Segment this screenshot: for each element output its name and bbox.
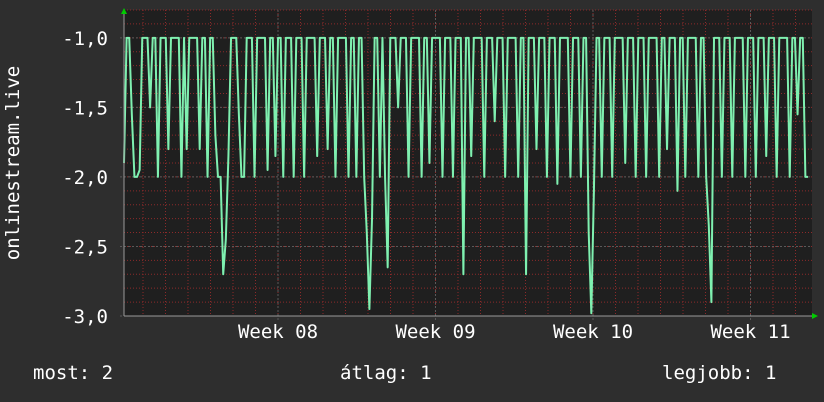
- plot-background: [124, 10, 812, 316]
- y-tick-label: -1,0: [62, 28, 108, 50]
- y-tick-label: -3,0: [62, 306, 108, 328]
- y-tick-label: -2,5: [62, 236, 108, 258]
- chart-area: -1,0-1,5-2,0-2,5-3,0 Week 08 Week 09 Week …: [2, 8, 818, 343]
- average-value: átlag: 1: [340, 362, 432, 384]
- y-tick-labels: -1,0 -1,5 -2,0 -2,5 -3,0: [62, 28, 108, 328]
- x-tick-label: Week 10: [553, 321, 633, 343]
- y-axis-label: onlinestream.live: [2, 66, 24, 260]
- x-tick-labels: Week 08 Week 09 Week 10 Week 11: [238, 321, 791, 343]
- y-tick-label: -1,5: [62, 97, 108, 119]
- x-tick-label: Week 08: [238, 321, 318, 343]
- x-axis-arrow: [812, 313, 818, 319]
- current-value: most: 2: [33, 362, 114, 384]
- x-tick-label: Week 09: [395, 321, 475, 343]
- x-tick-label: Week 11: [710, 321, 790, 343]
- y-tick-label: -2,0: [62, 167, 108, 189]
- best-value: legjobb: 1: [662, 362, 777, 384]
